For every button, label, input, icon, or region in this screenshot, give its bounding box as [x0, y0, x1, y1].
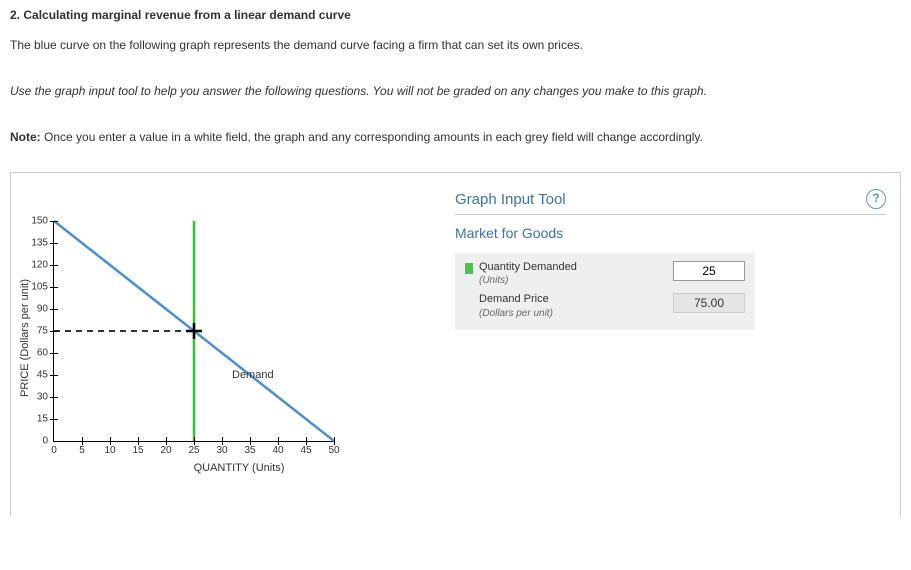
y-tick-mark — [50, 265, 58, 266]
quantity-color-chip — [465, 263, 473, 274]
x-tick-label: 20 — [160, 445, 171, 456]
x-tick-label: 15 — [132, 445, 143, 456]
x-tick-label: 30 — [216, 445, 227, 456]
y-tick-label: 135 — [31, 238, 48, 249]
y-tick-mark — [50, 419, 58, 420]
x-tick-label: 40 — [272, 445, 283, 456]
quantity-input[interactable] — [673, 261, 745, 281]
graph-wrap: PRICE (Dollars per unit) Demand 01530456… — [53, 221, 425, 442]
y-tick-label: 105 — [31, 282, 48, 293]
y-tick-mark — [50, 397, 58, 398]
x-tick-mark — [222, 437, 223, 445]
y-tick-label: 150 — [31, 216, 48, 227]
price-row: Demand Price (Dollars per unit) 75.00 — [465, 293, 745, 319]
tool-column: ? Graph Input Tool Market for Goods Quan… — [455, 191, 886, 517]
x-tick-label: 0 — [51, 445, 57, 456]
y-tick-mark — [50, 309, 58, 310]
plot-area[interactable]: Demand 015304560759010512013515005101520… — [53, 221, 334, 442]
note-label: Note: — [10, 130, 41, 144]
y-tick-mark — [50, 353, 58, 354]
x-tick-mark — [306, 437, 307, 445]
x-tick-label: 50 — [328, 445, 339, 456]
tool-divider — [455, 214, 886, 215]
y-tick-label: 45 — [37, 370, 48, 381]
field-group: Quantity Demanded (Units) Demand Price (… — [455, 253, 755, 330]
y-tick-mark — [50, 287, 58, 288]
tool-header-row: ? Graph Input Tool — [455, 191, 886, 208]
x-tick-mark — [278, 437, 279, 445]
question-heading: Calculating marginal revenue from a line… — [23, 8, 350, 22]
tool-title: Graph Input Tool — [455, 191, 886, 208]
quantity-units: (Units) — [479, 275, 508, 286]
quantity-label: Quantity Demanded (Units) — [479, 261, 673, 287]
question-number: 2. — [10, 8, 20, 22]
x-tick-mark — [110, 437, 111, 445]
x-tick-label: 35 — [244, 445, 255, 456]
price-chip-spacer — [465, 295, 473, 306]
x-tick-mark — [166, 437, 167, 445]
question-title: 2. Calculating marginal revenue from a l… — [10, 8, 901, 22]
x-tick-label: 45 — [300, 445, 311, 456]
x-tick-mark — [194, 437, 195, 445]
note-text: Note: Once you enter a value in a white … — [10, 128, 901, 146]
y-tick-label: 75 — [37, 326, 48, 337]
help-icon[interactable]: ? — [866, 189, 886, 209]
x-tick-mark — [250, 437, 251, 445]
chart-svg — [54, 221, 334, 441]
y-tick-label: 120 — [31, 260, 48, 271]
price-display: 75.00 — [673, 293, 745, 313]
x-tick-mark — [334, 437, 335, 445]
y-tick-mark — [50, 243, 58, 244]
y-tick-mark — [50, 221, 58, 222]
content-panel: PRICE (Dollars per unit) Demand 01530456… — [10, 172, 901, 517]
x-tick-label: 5 — [79, 445, 85, 456]
instructions-text: Use the graph input tool to help you ans… — [10, 82, 901, 100]
y-tick-label: 0 — [42, 436, 48, 447]
price-label: Demand Price (Dollars per unit) — [479, 293, 673, 319]
x-tick-label: 25 — [188, 445, 199, 456]
note-body: Once you enter a value in a white field,… — [41, 130, 703, 144]
x-tick-label: 10 — [104, 445, 115, 456]
x-axis-label: QUANTITY (Units) — [194, 462, 285, 474]
y-tick-label: 15 — [37, 414, 48, 425]
y-tick-label: 90 — [37, 304, 48, 315]
intro-text: The blue curve on the following graph re… — [10, 36, 901, 54]
y-tick-mark — [50, 375, 58, 376]
x-tick-mark — [138, 437, 139, 445]
y-axis-label: PRICE (Dollars per unit) — [19, 279, 31, 397]
y-tick-label: 60 — [37, 348, 48, 359]
quantity-row: Quantity Demanded (Units) — [465, 261, 745, 287]
y-tick-label: 30 — [37, 392, 48, 403]
y-tick-mark — [50, 331, 58, 332]
price-label-text: Demand Price — [479, 293, 549, 305]
price-units: (Dollars per unit) — [479, 308, 553, 319]
demand-series-label: Demand — [232, 369, 274, 381]
quantity-label-text: Quantity Demanded — [479, 261, 577, 273]
graph-column: PRICE (Dollars per unit) Demand 01530456… — [25, 191, 425, 517]
tool-subheader: Market for Goods — [455, 225, 886, 241]
x-tick-mark — [82, 437, 83, 445]
